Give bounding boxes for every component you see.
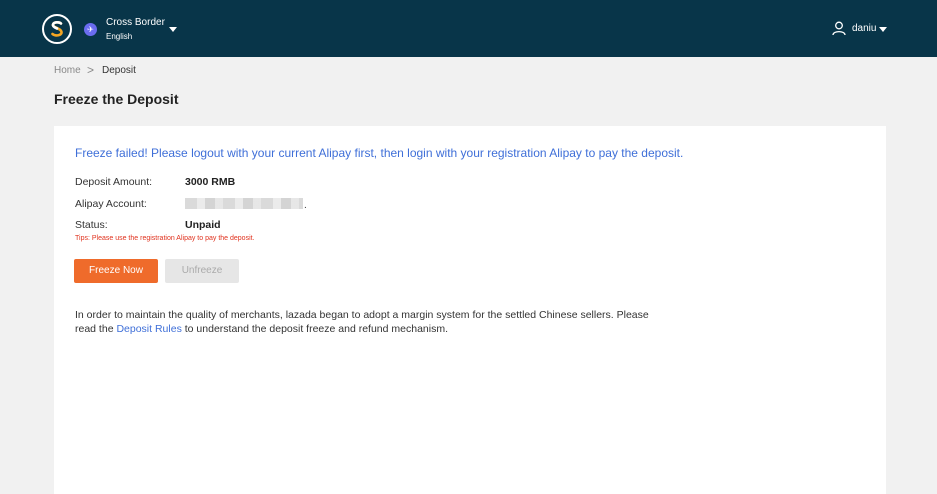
status-label: Status: (75, 219, 108, 231)
unfreeze-button[interactable]: Unfreeze (165, 259, 239, 283)
deposit-amount-value: 3000 RMB (185, 176, 236, 188)
plane-icon: ✈ (84, 23, 97, 36)
site-name: Cross Border (106, 17, 165, 28)
chevron-right-icon: > (87, 63, 95, 77)
freeze-failed-message: Freeze failed! Please logout with your c… (75, 146, 684, 160)
alipay-account-suffix: . (304, 200, 307, 211)
info-line-2: read the Deposit Rules to understand the… (75, 322, 649, 336)
deposit-info-text: In order to maintain the quality of merc… (75, 308, 649, 336)
info-line-1: In order to maintain the quality of merc… (75, 309, 649, 321)
caret-down-icon (169, 27, 177, 32)
deposit-amount-label: Deposit Amount: (75, 176, 153, 188)
deposit-card: Freeze failed! Please logout with your c… (54, 126, 886, 494)
alipay-account-value-redacted (185, 198, 303, 209)
s-logo-icon[interactable] (42, 14, 72, 44)
caret-down-icon (879, 27, 887, 32)
alipay-account-label: Alipay Account: (75, 198, 147, 210)
username: daniu (852, 23, 877, 34)
info-line-2-prefix: read the (75, 323, 117, 335)
info-line-2-suffix: to understand the deposit freeze and ref… (181, 323, 448, 335)
breadcrumb-current: Deposit (102, 65, 136, 76)
breadcrumb-home-link[interactable]: Home (54, 65, 81, 76)
status-value: Unpaid (185, 219, 221, 231)
freeze-now-button[interactable]: Freeze Now (74, 259, 158, 283)
user-icon (832, 21, 846, 36)
site-language: English (106, 32, 133, 41)
deposit-rules-link[interactable]: Deposit Rules (116, 323, 181, 335)
top-nav-bar: ✈ Cross Border English daniu (0, 0, 937, 57)
page-title: Freeze the Deposit (54, 91, 179, 107)
tips-text: Tips: Please use the registration Alipay… (75, 235, 255, 242)
